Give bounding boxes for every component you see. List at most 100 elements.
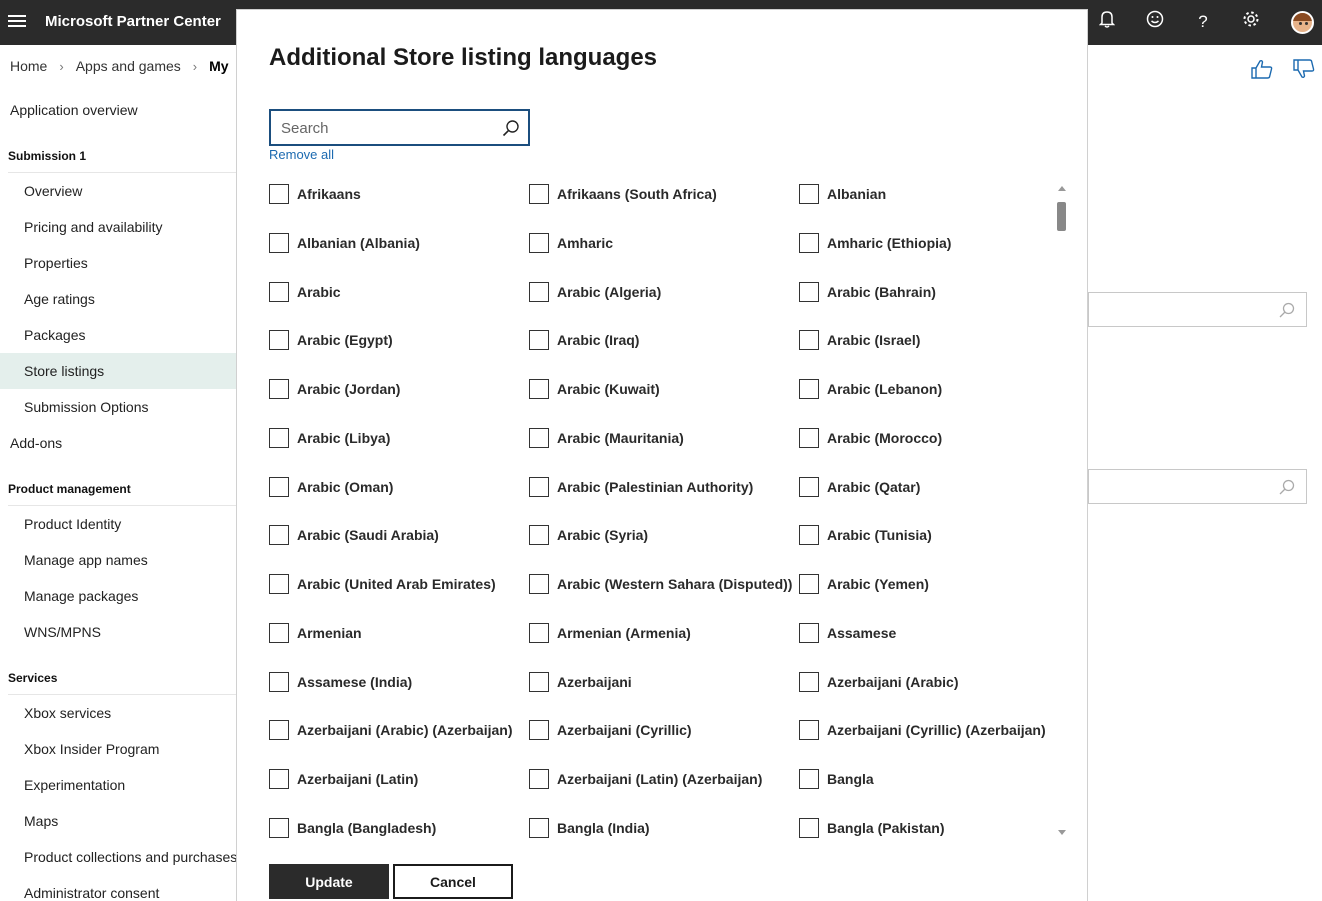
checkbox[interactable] xyxy=(269,232,289,253)
language-checkbox-item[interactable]: Arabic (Mauritania) xyxy=(529,427,684,449)
language-checkbox-item[interactable]: Arabic (Tunisia) xyxy=(799,524,932,546)
checkbox[interactable] xyxy=(529,427,549,448)
language-checkbox-item[interactable]: Arabic (Qatar) xyxy=(799,476,920,498)
sidebar-item-administrator-consent[interactable]: Administrator consent xyxy=(0,875,236,901)
scrollbar-thumb[interactable] xyxy=(1057,202,1066,231)
language-checkbox-item[interactable]: Bangla (Pakistan) xyxy=(799,817,944,839)
scroll-down-arrow-icon[interactable] xyxy=(1058,830,1066,835)
update-button[interactable]: Update xyxy=(269,864,389,899)
thumbs-down-icon[interactable] xyxy=(1292,58,1316,80)
sidebar-item-application-overview[interactable]: Application overview xyxy=(0,92,236,128)
sidebar-item-wns-mpns[interactable]: WNS/MPNS xyxy=(0,614,236,650)
checkbox[interactable] xyxy=(799,671,819,692)
checkbox[interactable] xyxy=(269,379,289,399)
language-checkbox-item[interactable]: Arabic (Algeria) xyxy=(529,281,661,303)
checkbox[interactable] xyxy=(799,232,819,253)
sidebar-item-product-collections[interactable]: Product collections and purchases xyxy=(0,839,236,875)
language-checkbox-item[interactable]: Albanian xyxy=(799,183,886,205)
checkbox[interactable] xyxy=(529,574,549,594)
checkbox[interactable] xyxy=(799,184,819,204)
checkbox[interactable] xyxy=(529,769,549,789)
language-checkbox-item[interactable]: Bangla (India) xyxy=(529,817,650,839)
language-checkbox-item[interactable]: Azerbaijani (Arabic) (Azerbaijan) xyxy=(269,719,513,741)
language-checkbox-item[interactable]: Arabic (Lebanon) xyxy=(799,378,942,400)
language-checkbox-item[interactable]: Arabic (Morocco) xyxy=(799,427,942,449)
language-checkbox-item[interactable]: Armenian (Armenia) xyxy=(529,622,691,644)
checkbox[interactable] xyxy=(529,525,549,546)
checkbox[interactable] xyxy=(799,330,819,351)
sidebar-item-add-ons[interactable]: Add-ons xyxy=(0,425,236,461)
thumbs-up-icon[interactable] xyxy=(1250,58,1274,80)
checkbox[interactable] xyxy=(269,720,289,741)
checkbox[interactable] xyxy=(799,427,819,448)
language-checkbox-item[interactable]: Arabic (Iraq) xyxy=(529,329,639,351)
language-checkbox-item[interactable]: Arabic (Bahrain) xyxy=(799,281,936,303)
language-checkbox-item[interactable]: Arabic (Saudi Arabia) xyxy=(269,524,439,546)
checkbox[interactable] xyxy=(799,476,819,497)
language-checkbox-item[interactable]: Arabic (Yemen) xyxy=(799,573,929,595)
sidebar-item-experimentation[interactable]: Experimentation xyxy=(0,767,236,803)
sidebar-item-store-listings[interactable]: Store listings xyxy=(0,353,236,389)
checkbox[interactable] xyxy=(269,769,289,789)
checkbox[interactable] xyxy=(529,232,549,253)
language-checkbox-item[interactable]: Arabic (United Arab Emirates) xyxy=(269,573,496,595)
sidebar-item-manage-packages[interactable]: Manage packages xyxy=(0,578,236,614)
language-checkbox-item[interactable]: Afrikaans (South Africa) xyxy=(529,183,717,205)
language-checkbox-item[interactable]: Amharic xyxy=(529,232,613,254)
checkbox[interactable] xyxy=(799,525,819,546)
sidebar-item-packages[interactable]: Packages xyxy=(0,317,236,353)
checkbox[interactable] xyxy=(269,184,289,204)
avatar[interactable] xyxy=(1291,11,1314,34)
background-search-box[interactable] xyxy=(1088,469,1307,504)
checkbox[interactable] xyxy=(269,817,289,838)
language-checkbox-item[interactable]: Armenian xyxy=(269,622,362,644)
sidebar-item-submission-options[interactable]: Submission Options xyxy=(0,389,236,425)
checkbox[interactable] xyxy=(529,184,549,204)
language-checkbox-item[interactable]: Arabic (Oman) xyxy=(269,476,393,498)
background-search-box[interactable] xyxy=(1088,292,1307,327)
language-checkbox-item[interactable]: Arabic (Kuwait) xyxy=(529,378,660,400)
help-icon[interactable]: ? xyxy=(1191,10,1215,34)
checkbox[interactable] xyxy=(269,476,289,497)
checkbox[interactable] xyxy=(529,379,549,399)
language-checkbox-item[interactable]: Arabic xyxy=(269,281,341,303)
checkbox[interactable] xyxy=(799,622,819,643)
sidebar-item-product-identity[interactable]: Product Identity xyxy=(0,506,236,542)
sidebar-item-xbox-insider-program[interactable]: Xbox Insider Program xyxy=(0,731,236,767)
breadcrumb-apps-and-games[interactable]: Apps and games xyxy=(76,58,181,74)
checkbox[interactable] xyxy=(269,671,289,692)
checkbox[interactable] xyxy=(799,281,819,302)
checkbox[interactable] xyxy=(529,330,549,351)
language-checkbox-item[interactable]: Azerbaijani (Cyrillic) (Azerbaijan) xyxy=(799,719,1046,741)
language-checkbox-item[interactable]: Arabic (Jordan) xyxy=(269,378,400,400)
checkbox[interactable] xyxy=(529,720,549,741)
sidebar-item-xbox-services[interactable]: Xbox services xyxy=(0,695,236,731)
language-checkbox-item[interactable]: Azerbaijani (Latin) (Azerbaijan) xyxy=(529,768,762,790)
language-checkbox-item[interactable]: Azerbaijani (Cyrillic) xyxy=(529,719,692,741)
checkbox[interactable] xyxy=(269,574,289,594)
language-checkbox-item[interactable]: Assamese xyxy=(799,622,896,644)
checkbox[interactable] xyxy=(799,817,819,838)
gear-icon[interactable] xyxy=(1239,10,1263,34)
sidebar-item-manage-app-names[interactable]: Manage app names xyxy=(0,542,236,578)
language-search-box[interactable] xyxy=(269,109,530,146)
breadcrumb-home[interactable]: Home xyxy=(10,58,47,74)
language-checkbox-item[interactable]: Afrikaans xyxy=(269,183,361,205)
cancel-button[interactable]: Cancel xyxy=(393,864,513,899)
scrollbar[interactable] xyxy=(1056,182,1068,838)
checkbox[interactable] xyxy=(269,622,289,643)
checkbox[interactable] xyxy=(269,281,289,302)
checkbox[interactable] xyxy=(269,330,289,351)
sidebar-item-age-ratings[interactable]: Age ratings xyxy=(0,281,236,317)
language-checkbox-item[interactable]: Amharic (Ethiopia) xyxy=(799,232,951,254)
scroll-up-arrow-icon[interactable] xyxy=(1058,186,1066,191)
language-checkbox-item[interactable]: Arabic (Libya) xyxy=(269,427,390,449)
language-checkbox-item[interactable]: Arabic (Western Sahara (Disputed)) xyxy=(529,573,792,595)
language-checkbox-item[interactable]: Arabic (Egypt) xyxy=(269,329,393,351)
checkbox[interactable] xyxy=(529,476,549,497)
app-title[interactable]: Microsoft Partner Center xyxy=(45,13,221,30)
language-checkbox-item[interactable]: Arabic (Israel) xyxy=(799,329,920,351)
checkbox[interactable] xyxy=(529,817,549,838)
sidebar-item-pricing-and-availability[interactable]: Pricing and availability xyxy=(0,209,236,245)
checkbox[interactable] xyxy=(799,720,819,741)
